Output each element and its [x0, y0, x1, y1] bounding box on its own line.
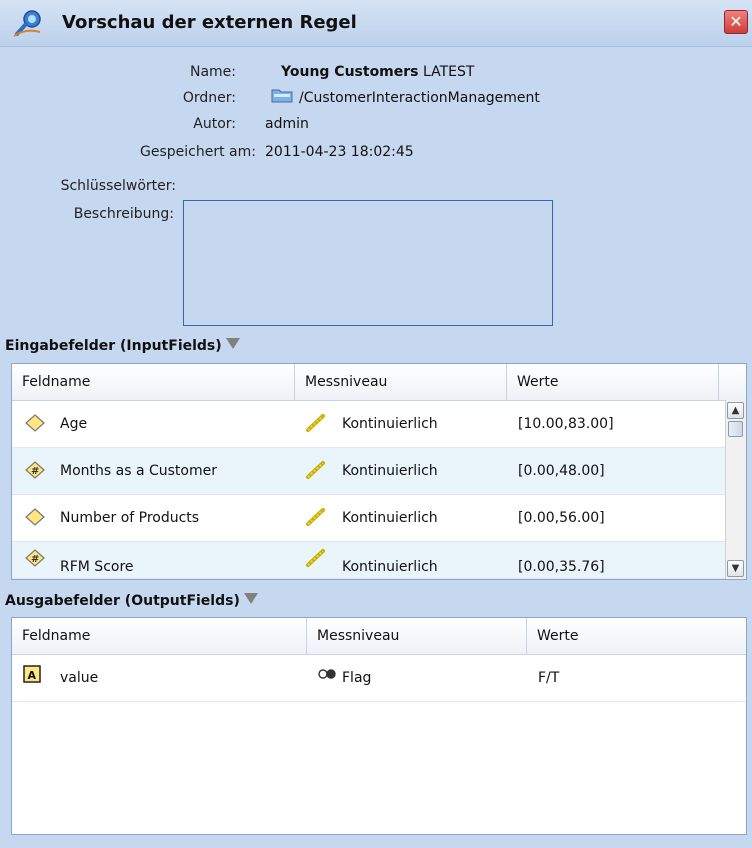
- field-values: [0.00,48.00]: [518, 463, 605, 479]
- field-name: Number of Products: [60, 510, 200, 526]
- svg-text:A: A: [28, 669, 37, 682]
- scroll-down-button[interactable]: ▼: [727, 560, 744, 577]
- table-header: Feldname Messniveau Werte: [12, 364, 746, 401]
- numeric-field-icon: #: [25, 549, 45, 567]
- name-label: Name:: [189, 64, 236, 80]
- column-header-feldname[interactable]: Feldname: [12, 618, 307, 654]
- column-header-werte[interactable]: Werte: [507, 364, 719, 400]
- dialog-footer: [0, 836, 752, 848]
- input-fields-title: Eingabefelder (InputFields): [5, 338, 222, 354]
- title-bar: Vorschau der externen Regel ✕: [0, 0, 752, 47]
- table-row[interactable]: # RFM Score Kontinuierlich [0.00,35.76]: [12, 542, 726, 579]
- collapse-triangle-icon[interactable]: [243, 593, 258, 604]
- field-level: Kontinuierlich: [342, 416, 438, 432]
- field-name: value: [60, 670, 99, 686]
- diamond-field-icon: [25, 508, 45, 526]
- output-fields-title: Ausgabefelder (OutputFields): [5, 593, 240, 609]
- field-name: Age: [60, 416, 88, 432]
- scroll-up-button[interactable]: ▲: [727, 402, 744, 419]
- vertical-scrollbar[interactable]: ▲ ▼: [725, 400, 746, 579]
- field-values: [0.00,35.76]: [518, 559, 605, 575]
- output-fields-header[interactable]: Ausgabefelder (OutputFields): [5, 593, 258, 609]
- rule-version: LATEST: [422, 64, 475, 80]
- table-row[interactable]: Age Kontinuierlich [10.00,83.00]: [12, 401, 726, 448]
- field-values: [10.00,83.00]: [518, 416, 614, 432]
- saved-label: Gespeichert am:: [140, 144, 256, 160]
- scroll-thumb[interactable]: [728, 421, 743, 437]
- ruler-icon: [306, 549, 325, 567]
- table-row[interactable]: # Months as a Customer Kontinuierlich [0…: [12, 448, 726, 495]
- close-icon: ✕: [729, 12, 743, 31]
- keywords-label: Schlüsselwörter:: [60, 178, 176, 194]
- ruler-icon: [306, 414, 325, 432]
- field-level: Kontinuierlich: [342, 559, 438, 575]
- collapse-triangle-icon[interactable]: [225, 338, 240, 349]
- table-header: Feldname Messniveau Werte: [12, 618, 746, 655]
- string-field-icon: A: [23, 665, 41, 683]
- flag-icon: [318, 669, 336, 679]
- column-header-werte[interactable]: Werte: [527, 618, 746, 654]
- field-level: Kontinuierlich: [342, 510, 438, 526]
- description-box[interactable]: [183, 200, 553, 326]
- field-level: Flag: [342, 670, 372, 686]
- ruler-icon: [306, 461, 325, 479]
- svg-text:#: #: [31, 554, 39, 565]
- field-name: RFM Score: [60, 559, 134, 575]
- folder-label: Ordner:: [182, 90, 236, 106]
- input-fields-table: Feldname Messniveau Werte Age Kontinuier…: [11, 363, 747, 580]
- column-header-feldname[interactable]: Feldname: [12, 364, 295, 400]
- column-header-messniveau[interactable]: Messniveau: [295, 364, 507, 400]
- diamond-field-icon: [25, 414, 45, 432]
- numeric-field-icon: #: [25, 461, 45, 479]
- dialog-title: Vorschau der externen Regel: [62, 12, 357, 33]
- field-values: [0.00,56.00]: [518, 510, 605, 526]
- output-fields-table: Feldname Messniveau Werte A value Flag F…: [11, 617, 747, 835]
- close-button[interactable]: ✕: [724, 10, 748, 34]
- input-fields-header[interactable]: Eingabefelder (InputFields): [5, 338, 240, 354]
- rule-preview-icon: [13, 10, 41, 37]
- field-level: Kontinuierlich: [342, 463, 438, 479]
- field-name: Months as a Customer: [60, 463, 217, 479]
- author-value: admin: [265, 116, 309, 132]
- name-value: Young Customers LATEST: [281, 64, 474, 80]
- author-label: Autor:: [193, 116, 236, 132]
- rule-name: Young Customers: [281, 64, 419, 80]
- svg-text:#: #: [31, 466, 39, 477]
- table-row[interactable]: Number of Products Kontinuierlich [0.00,…: [12, 495, 726, 542]
- ruler-icon: [306, 508, 325, 526]
- column-header-messniveau[interactable]: Messniveau: [307, 618, 527, 654]
- folder-value: /CustomerInteractionManagement: [299, 90, 540, 106]
- table-row[interactable]: A value Flag F/T: [12, 655, 746, 702]
- description-label: Beschreibung:: [73, 206, 174, 222]
- folder-icon: [271, 89, 293, 103]
- field-values: F/T: [538, 670, 560, 686]
- saved-value: 2011-04-23 18:02:45: [265, 144, 414, 160]
